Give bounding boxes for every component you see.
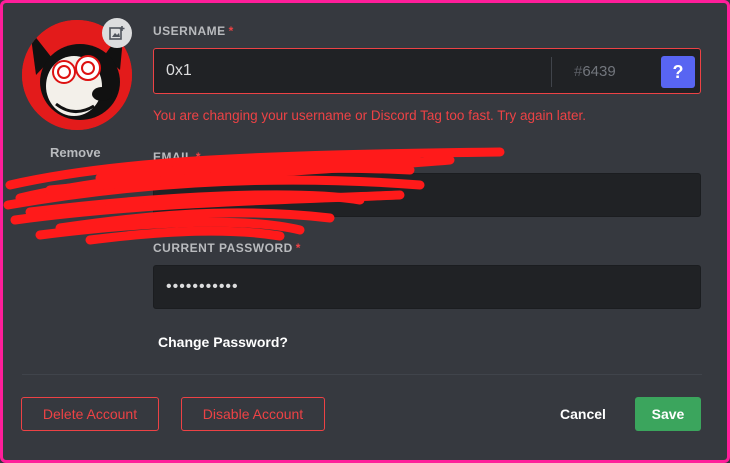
image-plus-icon xyxy=(109,26,125,40)
save-button[interactable]: Save xyxy=(635,397,701,431)
username-label: USERNAME * xyxy=(153,24,234,38)
footer-divider xyxy=(22,374,702,375)
disable-account-button[interactable]: Disable Account xyxy=(181,397,325,431)
password-input[interactable]: ••••••••••• xyxy=(166,278,239,296)
password-field[interactable]: ••••••••••• xyxy=(153,265,701,309)
required-mark: * xyxy=(228,24,234,38)
change-password-link[interactable]: Change Password? xyxy=(158,334,288,350)
tag-divider xyxy=(551,57,552,87)
help-button[interactable]: ? xyxy=(661,56,695,88)
discord-tag[interactable]: #6439 xyxy=(574,63,616,80)
tag-number: 6439 xyxy=(582,63,616,80)
delete-account-button[interactable]: Delete Account xyxy=(21,397,159,431)
upload-avatar-button[interactable] xyxy=(102,18,132,48)
username-label-text: USERNAME xyxy=(153,24,226,38)
username-error-message: You are changing your username or Discor… xyxy=(153,108,587,123)
username-input[interactable]: 0x1 xyxy=(166,62,192,80)
avatar-section xyxy=(22,18,132,130)
username-field[interactable]: 0x1 #6439 ? xyxy=(153,48,701,94)
redaction-scribble xyxy=(3,147,505,245)
cancel-button[interactable]: Cancel xyxy=(560,406,606,422)
